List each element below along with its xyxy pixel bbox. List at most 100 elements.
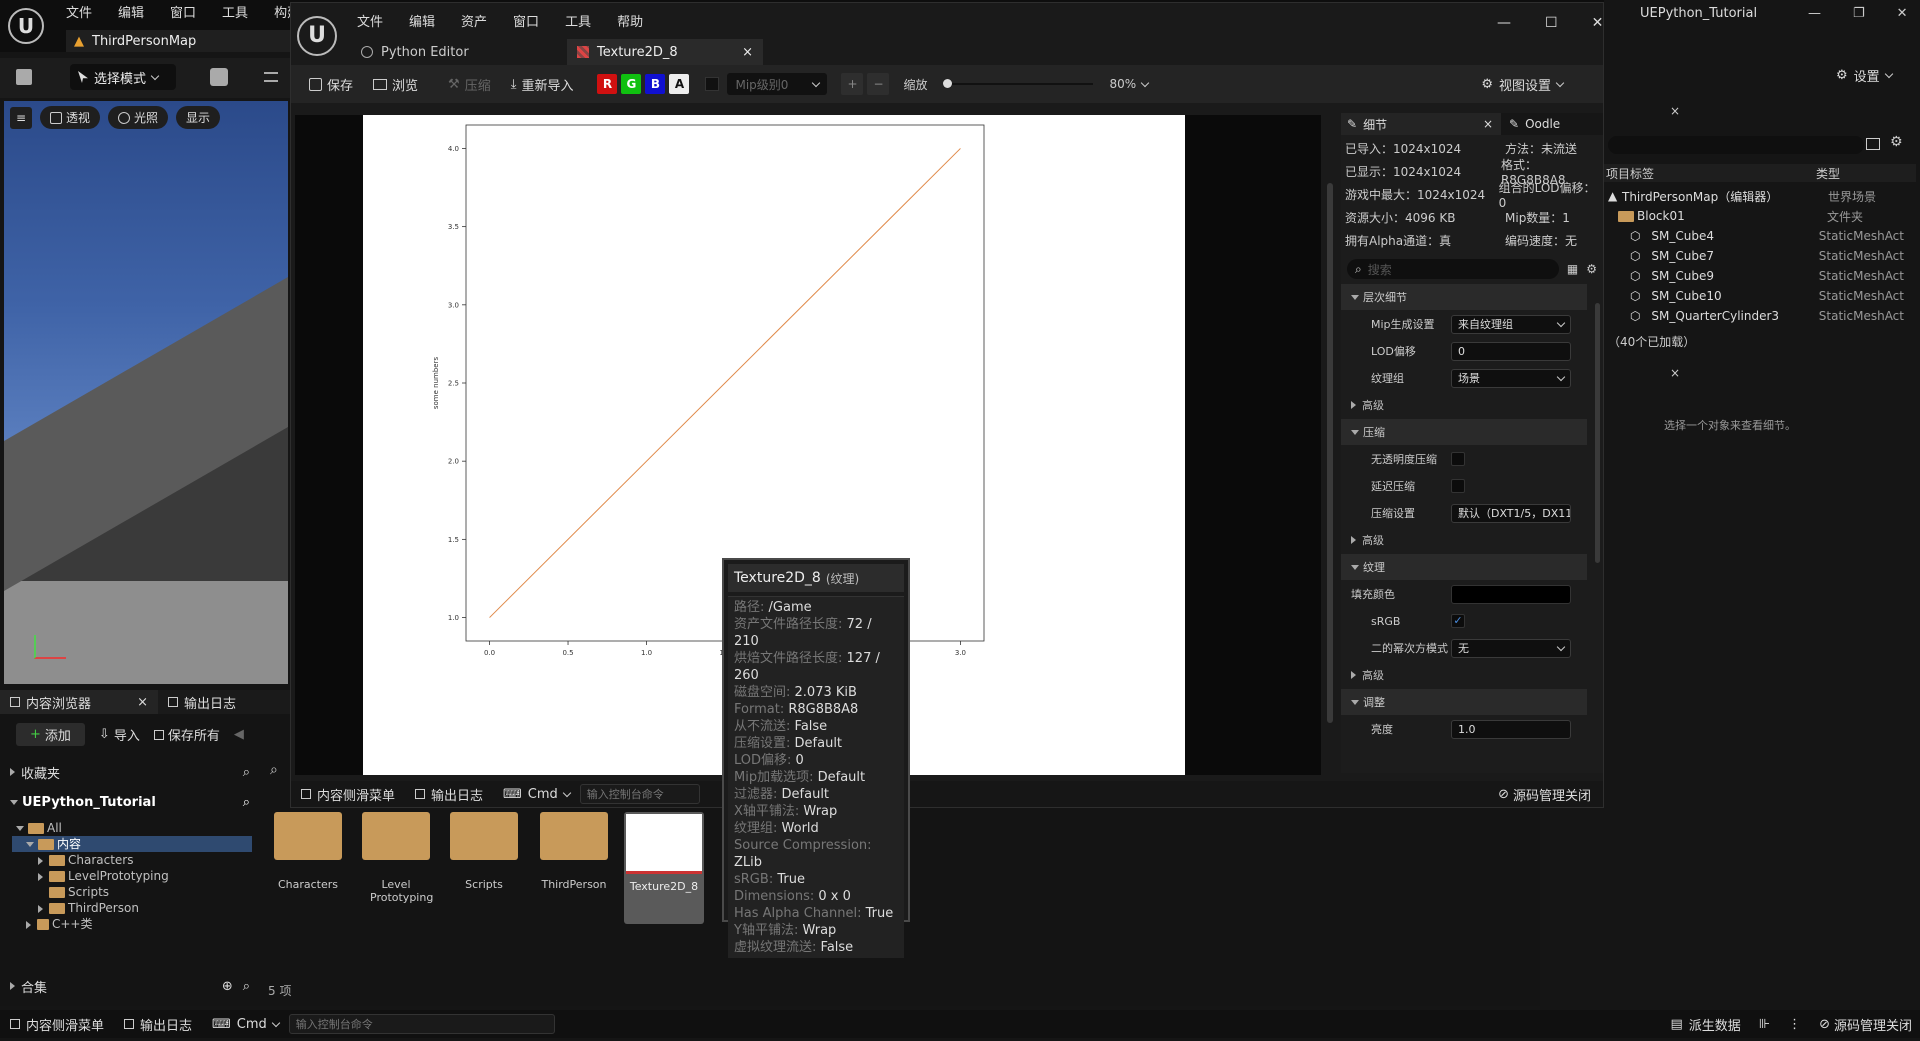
advanced-row[interactable]: 高级 — [1341, 527, 1587, 554]
search-icon[interactable]: ⌕ — [243, 795, 250, 810]
settings-button[interactable]: ⚙ 设置 — [1836, 66, 1893, 85]
tree-item-levelprototyping[interactable]: LevelPrototyping — [12, 868, 252, 884]
zoom-value-dropdown[interactable]: 80% — [1109, 77, 1150, 91]
menu-tools[interactable]: 工具 — [222, 2, 248, 21]
tab-oodle[interactable]: ✎ Oodle — [1501, 117, 1560, 131]
asset-tile-texture2d[interactable]: Texture2D_8 — [624, 812, 704, 924]
tab-python-editor[interactable]: Python Editor — [351, 39, 551, 65]
close-icon[interactable]: × — [1670, 104, 1680, 118]
add-collection-icon[interactable]: ⊕ — [222, 979, 233, 994]
zoom-out-button[interactable]: − — [867, 73, 890, 95]
close-icon[interactable]: × — [742, 45, 753, 60]
lod-bias-input[interactable]: 0 — [1451, 341, 1571, 361]
more-icon[interactable]: ⋮ — [1788, 1017, 1819, 1032]
zoom-in-button[interactable]: + — [841, 73, 864, 95]
viewport-scrollbar[interactable] — [1327, 183, 1333, 723]
mip-level-dropdown[interactable]: Mip级别0 — [727, 73, 828, 95]
blue-channel-toggle[interactable]: B — [645, 74, 666, 94]
menu-file[interactable]: 文件 — [66, 2, 92, 21]
content-drawer-button[interactable]: 内容侧滑菜单 — [291, 785, 405, 804]
mip-checkbox[interactable] — [705, 77, 720, 91]
srgb-checkbox[interactable]: ✓ — [1451, 614, 1465, 628]
save-level-icon[interactable] — [16, 69, 32, 85]
level-tab[interactable]: ▲ ThirdPersonMap — [66, 30, 290, 52]
section-compression[interactable]: 压缩 — [1341, 419, 1587, 446]
reimport-button[interactable]: ⤓ 重新导入 — [503, 71, 582, 97]
view-settings-button[interactable]: ⚙ 视图设置 — [1481, 75, 1565, 94]
advanced-row[interactable]: 高级 — [1341, 662, 1587, 689]
col-type[interactable]: 类型 — [1816, 165, 1840, 182]
menu-edit[interactable]: 编辑 — [409, 11, 435, 30]
table-view-icon[interactable]: ▦ — [1567, 262, 1578, 276]
maximize-icon[interactable]: ☐ — [1545, 15, 1558, 31]
minimize-icon[interactable]: — — [1497, 15, 1511, 31]
save-button[interactable]: 保存 — [301, 71, 361, 97]
advanced-row[interactable]: 高级 — [1341, 392, 1587, 419]
add-folder-icon[interactable] — [1866, 138, 1880, 150]
viewport-menu-icon[interactable]: ≡ — [10, 106, 32, 129]
comp-settings-dropdown[interactable]: 默认（DXT1/5，DX11 — [1451, 503, 1571, 523]
details-scrollbar[interactable] — [1595, 303, 1600, 563]
alpha-channel-toggle[interactable]: A — [669, 74, 690, 94]
console-input[interactable] — [288, 1014, 555, 1034]
asset-tile-scripts[interactable]: Scripts — [444, 812, 524, 922]
red-channel-toggle[interactable]: R — [597, 74, 618, 94]
mip-gen-dropdown[interactable]: 来自纹理组 — [1451, 314, 1571, 334]
zoom-slider-handle[interactable] — [943, 79, 953, 88]
outliner-row[interactable]: ⬡ SM_Cube7 StaticMeshAct — [1604, 246, 1904, 266]
col-label[interactable]: 项目标签 — [1604, 165, 1816, 182]
section-texture[interactable]: 纹理 — [1341, 554, 1587, 581]
gear-icon[interactable]: ⚙ — [1890, 134, 1903, 150]
tab-texture2d[interactable]: Texture2D_8 × — [567, 39, 763, 65]
perspective-button[interactable]: 透视 — [40, 106, 101, 129]
derived-data-button[interactable]: ▤ 派生数据 — [1670, 1015, 1758, 1034]
close-icon[interactable]: ✕ — [1897, 6, 1908, 21]
show-button[interactable]: 显示 — [176, 106, 221, 129]
cmd-selector[interactable]: ⌨ Cmd — [202, 1017, 289, 1032]
outliner-row[interactable]: ⬡ SM_QuarterCylinder3 StaticMeshAct — [1604, 306, 1904, 326]
tab-details[interactable]: ✎ 细节 × — [1341, 113, 1501, 135]
output-log-button[interactable]: 输出日志 — [405, 785, 493, 804]
close-icon[interactable]: × — [137, 695, 148, 710]
search-icon[interactable]: ⌕ — [243, 979, 250, 994]
section-lod[interactable]: 层次细节 — [1341, 284, 1587, 311]
tree-item-content[interactable]: 内容 — [12, 836, 252, 852]
tex-group-dropdown[interactable]: 场景 — [1451, 368, 1571, 388]
unreal-logo-icon[interactable]: U — [297, 16, 337, 56]
browse-button[interactable]: 浏览 — [365, 71, 426, 97]
zoom-slider[interactable] — [943, 79, 1094, 88]
outliner-row[interactable]: ⬡ SM_Cube9 StaticMeshAct — [1604, 266, 1904, 286]
compress-button[interactable]: ⚒ 压缩 — [440, 71, 499, 97]
menu-edit[interactable]: 编辑 — [118, 2, 144, 21]
brightness-input[interactable]: 1.0 — [1451, 719, 1571, 739]
unreal-logo-icon[interactable]: U — [8, 8, 44, 44]
close-icon[interactable]: × — [1483, 117, 1493, 131]
asset-tile-characters[interactable]: Characters — [268, 812, 348, 922]
menu-help[interactable]: 帮助 — [617, 11, 643, 30]
menu-window[interactable]: 窗口 — [170, 2, 196, 21]
tree-item-characters[interactable]: Characters — [12, 852, 252, 868]
tree-item-all[interactable]: All — [12, 820, 252, 836]
add-actor-icon[interactable] — [210, 68, 228, 86]
collections-section[interactable]: 合集 ⊕ ⌕ — [10, 976, 250, 996]
uncompressed-checkbox[interactable] — [1451, 452, 1465, 466]
add-button[interactable]: + 添加 — [16, 723, 85, 746]
gear-icon[interactable]: ⚙ — [1586, 262, 1597, 276]
console-input[interactable] — [579, 784, 700, 804]
asset-tile-thirdperson[interactable]: ThirdPerson — [534, 812, 614, 922]
select-mode-button[interactable]: 选择模式 — [70, 64, 176, 90]
tab-output-log[interactable]: 输出日志 — [158, 693, 246, 712]
tree-item-thirdperson[interactable]: ThirdPerson — [12, 900, 252, 916]
source-control-button[interactable]: ⊘ 源码管理关闭 — [1498, 785, 1603, 804]
tree-item-scripts[interactable]: Scripts — [12, 884, 252, 900]
menu-window[interactable]: 窗口 — [513, 11, 539, 30]
outliner-row[interactable]: ▲ ThirdPersonMap（编辑器） 世界场景 — [1604, 186, 1904, 206]
outliner-row[interactable]: ⬡ SM_Cube10 StaticMeshAct — [1604, 286, 1904, 306]
outliner-row[interactable]: ⬡ SM_Cube4 StaticMeshAct — [1604, 226, 1904, 246]
cmd-selector[interactable]: ⌨ Cmd — [493, 787, 580, 802]
tree-item-cpp[interactable]: C++类 — [12, 916, 252, 932]
pow2-dropdown[interactable]: 无 — [1451, 638, 1571, 658]
lighting-button[interactable]: 光照 — [108, 106, 169, 129]
fill-color-swatch[interactable] — [1451, 584, 1571, 604]
minimize-icon[interactable]: — — [1808, 6, 1821, 21]
